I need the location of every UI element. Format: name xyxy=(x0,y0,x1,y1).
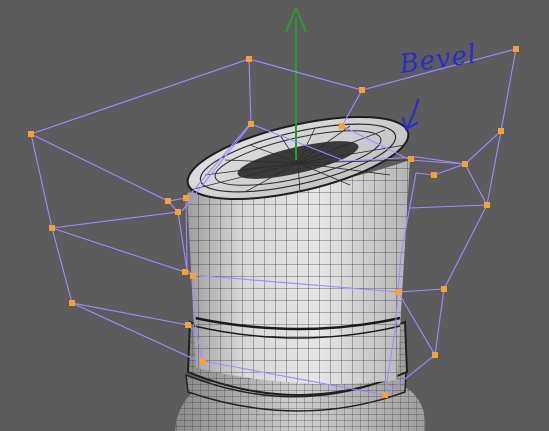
3d-viewport[interactable]: Bevel xyxy=(0,0,549,431)
annotation-arrow-icon xyxy=(401,98,420,131)
